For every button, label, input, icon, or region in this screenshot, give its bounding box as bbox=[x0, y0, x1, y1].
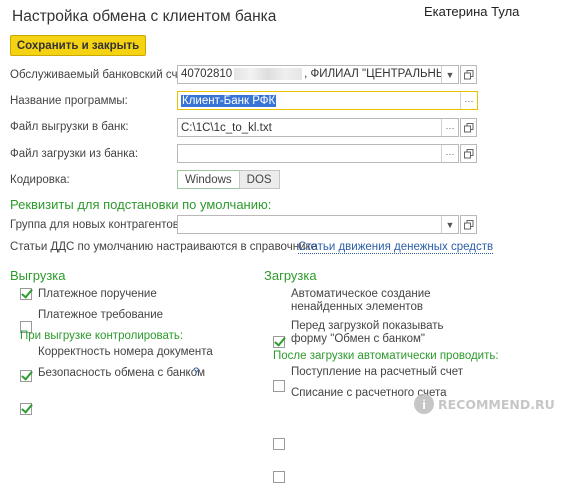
import-file-field[interactable]: ··· bbox=[177, 144, 459, 163]
dds-link[interactable]: Статьи движения денежных средств bbox=[298, 241, 494, 254]
auto-create-label-line2: ненайденных элементов bbox=[291, 301, 423, 313]
watermark: i RECOMMEND.RU bbox=[414, 394, 555, 414]
checkbox-exchange-security[interactable] bbox=[20, 403, 32, 415]
checkbox-payment-order[interactable] bbox=[20, 288, 32, 300]
user-name: Екатерина Тула bbox=[424, 4, 520, 19]
show-form-label-line1: Перед загрузкой показывать bbox=[291, 320, 444, 332]
ellipsis-icon[interactable]: ··· bbox=[441, 145, 458, 162]
encoding-label: Кодировка: bbox=[10, 174, 70, 186]
dds-text: Статьи ДДС по умолчанию настраиваются в … bbox=[10, 241, 318, 253]
checkbox-show-form[interactable] bbox=[273, 380, 285, 392]
open-window-icon[interactable] bbox=[460, 118, 477, 137]
program-name-field[interactable]: Клиент-Банк РФК ··· bbox=[177, 91, 478, 110]
window-title: Настройка обмена с клиентом банка bbox=[12, 8, 277, 25]
export-file-value: C:\1C\1c_to_kl.txt bbox=[181, 121, 272, 134]
show-form-label-line2: форму "Обмен с банком" bbox=[291, 333, 426, 345]
checkbox-auto-create[interactable] bbox=[273, 336, 285, 348]
watermark-text: RECOMMEND.RU bbox=[438, 396, 555, 412]
payment-request-label: Платежное требование bbox=[38, 309, 164, 321]
encoding-option-windows[interactable]: Windows bbox=[177, 170, 240, 189]
open-window-icon[interactable] bbox=[460, 65, 477, 84]
checkbox-doc-number[interactable] bbox=[20, 370, 32, 382]
export-heading: Выгрузка bbox=[10, 268, 66, 283]
bank-account-field[interactable]: 40702810 , ФИЛИАЛ "ЦЕНТРАЛЬНЫЙ" ▼ bbox=[177, 65, 459, 84]
open-window-icon[interactable] bbox=[460, 215, 477, 234]
save-and-close-button[interactable]: Сохранить и закрыть bbox=[10, 35, 146, 56]
import-heading: Загрузка bbox=[264, 268, 317, 283]
receipt-label: Поступление на расчетный счет bbox=[291, 366, 464, 378]
payment-order-label: Платежное поручение bbox=[38, 288, 157, 300]
program-name-value: Клиент-Банк РФК bbox=[181, 94, 277, 107]
dropdown-arrow-icon[interactable]: ▼ bbox=[441, 216, 458, 233]
open-window-icon[interactable] bbox=[460, 144, 477, 163]
import-file-label: Файл загрузки из банка: bbox=[10, 148, 139, 160]
auto-create-label-line1: Автоматическое создание bbox=[291, 288, 431, 300]
bank-account-number: 40702810 bbox=[181, 68, 233, 81]
bank-account-label: Обслуживаемый банковский счет: bbox=[10, 69, 192, 81]
export-file-label: Файл выгрузки в банк: bbox=[10, 121, 129, 133]
redacted-blur bbox=[234, 68, 303, 81]
import-auto-heading: После загрузки автоматически проводить: bbox=[273, 350, 499, 362]
dropdown-arrow-icon[interactable]: ▼ bbox=[441, 66, 458, 83]
group-field[interactable]: ▼ bbox=[177, 215, 459, 234]
checkbox-receipt[interactable] bbox=[273, 438, 285, 450]
exchange-security-label: Безопасность обмена с банком bbox=[38, 367, 206, 379]
ellipsis-icon[interactable]: ··· bbox=[441, 119, 458, 136]
checkbox-writeoff[interactable] bbox=[273, 471, 285, 483]
export-file-field[interactable]: C:\1C\1c_to_kl.txt ··· bbox=[177, 118, 459, 137]
program-name-label: Название программы: bbox=[10, 95, 128, 107]
doc-number-label: Корректность номера документа bbox=[38, 346, 213, 358]
help-icon[interactable]: ? bbox=[193, 366, 199, 378]
export-control-heading: При выгрузке контролировать: bbox=[20, 330, 184, 342]
bank-account-branch: , ФИЛИАЛ "ЦЕНТРАЛЬНЫЙ" bbox=[304, 68, 441, 81]
encoding-option-dos[interactable]: DOS bbox=[238, 170, 280, 189]
watermark-logo-icon: i bbox=[414, 394, 434, 414]
group-label: Группа для новых контрагентов: bbox=[10, 219, 183, 231]
defaults-heading: Реквизиты для подстановки по умолчанию: bbox=[10, 197, 272, 212]
encoding-toggle[interactable]: Windows DOS bbox=[177, 170, 280, 189]
ellipsis-icon[interactable]: ··· bbox=[460, 92, 477, 109]
